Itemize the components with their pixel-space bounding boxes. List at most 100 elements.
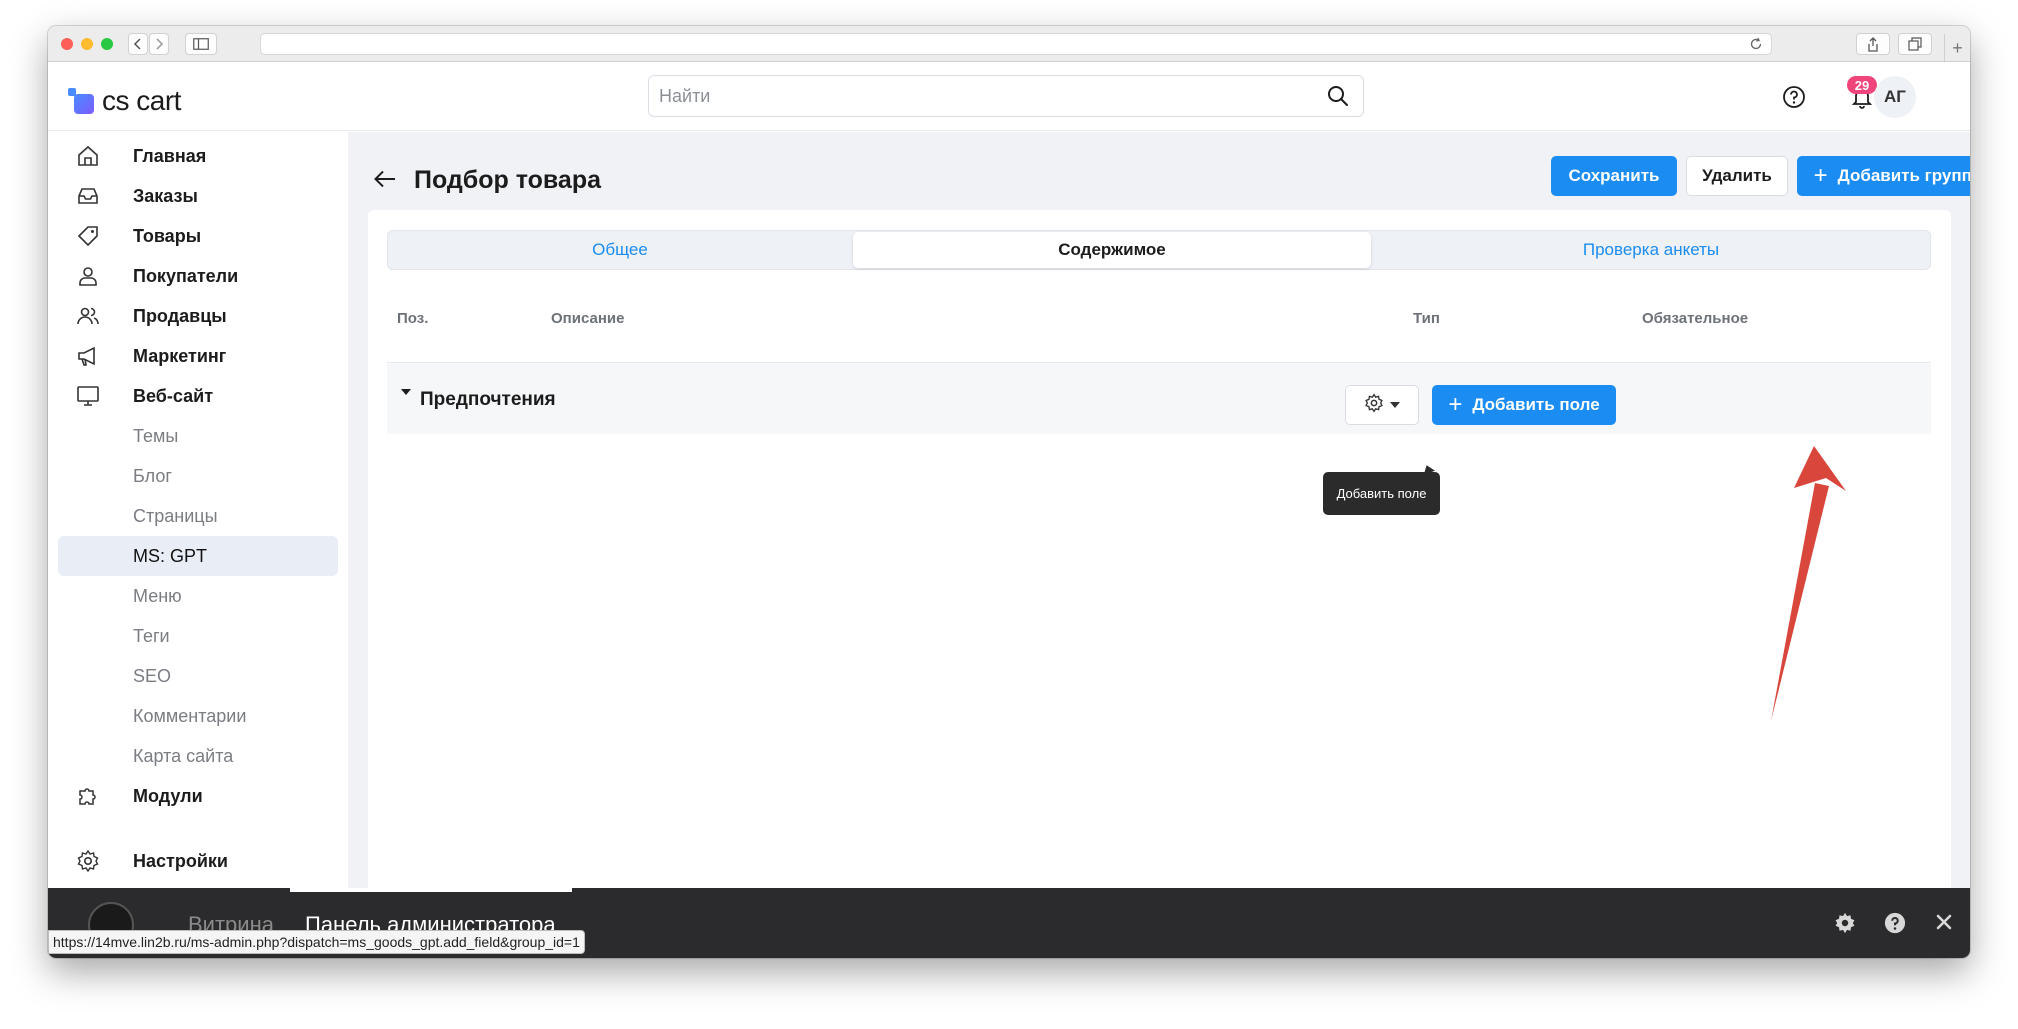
- sidebar-item-customers[interactable]: Покупатели: [58, 256, 338, 296]
- main-content: Подбор товара Сохранить Удалить + Добави…: [348, 132, 1970, 922]
- sidebar-item-website[interactable]: Веб-сайт: [58, 376, 338, 416]
- new-tab-icon[interactable]: +: [1944, 34, 1970, 62]
- add-field-label: Добавить поле: [1472, 395, 1600, 414]
- sidebar-item-label: Заказы: [133, 185, 198, 206]
- address-bar[interactable]: [260, 33, 1772, 55]
- help-icon[interactable]: [1782, 85, 1806, 114]
- sidebar-item-label: Покупатели: [133, 265, 239, 286]
- add-field-button[interactable]: + Добавить поле: [1432, 385, 1616, 425]
- page-title: Подбор товара: [414, 166, 602, 194]
- delete-button[interactable]: Удалить: [1686, 156, 1788, 196]
- active-tab-indicator: [290, 888, 572, 892]
- content-panel: Общее Содержимое Проверка анкеты Поз. Оп…: [368, 210, 1951, 922]
- megaphone-icon: [76, 344, 100, 368]
- sidebar-item-label: Карта сайта: [133, 745, 234, 766]
- sidebar-item-modules[interactable]: Модули: [58, 776, 338, 816]
- close-icon[interactable]: [1934, 912, 1954, 937]
- browser-toolbar: +: [48, 26, 1970, 62]
- sidebar-subitem-sitemap[interactable]: Карта сайта: [58, 736, 338, 776]
- home-icon: [76, 144, 100, 168]
- sidebar-subitem-themes[interactable]: Темы: [58, 416, 338, 456]
- sidebar-item-label: Блог: [133, 465, 172, 486]
- sidebar-item-label: Веб-сайт: [133, 385, 214, 406]
- gear-icon: [1364, 392, 1384, 418]
- cs-cart-logo-icon: [68, 88, 94, 114]
- forward-icon[interactable]: [149, 33, 169, 55]
- sidebar-item-label: Меню: [133, 585, 182, 606]
- tab-content[interactable]: Содержимое: [853, 232, 1371, 268]
- back-icon[interactable]: [128, 33, 148, 55]
- back-arrow-icon[interactable]: [374, 170, 396, 193]
- group-name[interactable]: Предпочтения: [420, 389, 556, 411]
- column-header-description[interactable]: Описание: [551, 310, 624, 327]
- tab-general[interactable]: Общее: [388, 231, 852, 269]
- notifications-badge: 29: [1847, 76, 1877, 94]
- column-header-type[interactable]: Тип: [1413, 310, 1440, 327]
- sidebar-subitem-menu[interactable]: Меню: [58, 576, 338, 616]
- inbox-icon: [76, 184, 100, 208]
- tabs-overview-icon[interactable]: [1898, 33, 1932, 55]
- sidebar-item-label: Теги: [133, 625, 170, 646]
- sidebar-item-label: Продавцы: [133, 305, 227, 326]
- sidebar-item-label: Маркетинг: [133, 345, 227, 366]
- chevron-down-icon: [1390, 402, 1400, 408]
- sidebar-item-settings[interactable]: Настройки: [58, 841, 338, 881]
- group-row: Предпочтения + Добавить поле: [387, 362, 1931, 434]
- sidebar-item-label: Модули: [133, 785, 203, 806]
- group-settings-dropdown[interactable]: [1345, 385, 1419, 425]
- share-icon[interactable]: [1856, 33, 1890, 55]
- tab-bar: Общее Содержимое Проверка анкеты: [387, 230, 1931, 270]
- help-icon[interactable]: [1884, 912, 1906, 939]
- sidebar-item-label: Страницы: [133, 505, 218, 526]
- sidebar-item-label: Комментарии: [133, 705, 247, 726]
- reload-icon[interactable]: [1749, 37, 1763, 56]
- sidebar-item-products[interactable]: Товары: [58, 216, 338, 256]
- sidebar-item-label: Темы: [133, 425, 179, 446]
- sidebar-item-vendors[interactable]: Продавцы: [58, 296, 338, 336]
- sidebar-subitem-blog[interactable]: Блог: [58, 456, 338, 496]
- sidebar-item-orders[interactable]: Заказы: [58, 176, 338, 216]
- tag-icon: [76, 224, 100, 248]
- add-field-tooltip: Добавить поле: [1323, 472, 1440, 515]
- add-group-label: Добавить группу: [1837, 166, 1970, 185]
- sidebar-subitem-comments[interactable]: Комментарии: [58, 696, 338, 736]
- sidebar-item-label: SEO: [133, 665, 172, 686]
- sidebar-item-label: Товары: [133, 225, 202, 246]
- monitor-icon: [76, 384, 100, 408]
- search-icon[interactable]: [1327, 85, 1349, 112]
- plus-icon: +: [1448, 391, 1463, 418]
- column-header-required[interactable]: Обязательное: [1642, 310, 1748, 327]
- sidebar-toggle-icon[interactable]: [185, 33, 217, 55]
- sidebar-subitem-tags[interactable]: Теги: [58, 616, 338, 656]
- zoom-window-button[interactable]: [101, 38, 113, 50]
- close-window-button[interactable]: [61, 38, 73, 50]
- browser-window: + cs cart 29 АГ Главная: [48, 26, 1970, 958]
- app-header: cs cart: [48, 63, 1970, 131]
- puzzle-icon: [76, 784, 100, 808]
- collapse-caret-icon[interactable]: [401, 389, 411, 395]
- status-bar-url: https://14mve.lin2b.ru/ms-admin.php?disp…: [48, 930, 585, 954]
- sidebar-item-home[interactable]: Главная: [58, 136, 338, 176]
- avatar[interactable]: АГ: [1874, 76, 1916, 118]
- gear-icon: [76, 849, 100, 873]
- search-input[interactable]: [649, 76, 1289, 116]
- users-icon: [76, 304, 100, 328]
- logo-text: cs cart: [102, 85, 181, 116]
- sidebar-subitem-pages[interactable]: Страницы: [58, 496, 338, 536]
- save-button[interactable]: Сохранить: [1551, 156, 1677, 196]
- sidebar-item-label: Главная: [133, 145, 207, 166]
- sidebar-subitem-ms-gpt[interactable]: MS: GPT: [58, 536, 338, 576]
- tab-form-check[interactable]: Проверка анкеты: [1371, 231, 1931, 269]
- sidebar-item-label: Настройки: [133, 850, 228, 871]
- gear-icon[interactable]: [1834, 912, 1856, 939]
- plus-icon: +: [1813, 162, 1828, 189]
- logo[interactable]: cs cart: [68, 85, 181, 117]
- sidebar: Главная Заказы Товары Покупатели Продавц…: [48, 132, 348, 958]
- minimize-window-button[interactable]: [81, 38, 93, 50]
- sidebar-subitem-seo[interactable]: SEO: [58, 656, 338, 696]
- column-header-position[interactable]: Поз.: [397, 310, 428, 327]
- sidebar-item-label: MS: GPT: [133, 545, 208, 566]
- search-box: [648, 75, 1364, 117]
- add-group-button[interactable]: + Добавить группу: [1797, 156, 1970, 196]
- sidebar-item-marketing[interactable]: Маркетинг: [58, 336, 338, 376]
